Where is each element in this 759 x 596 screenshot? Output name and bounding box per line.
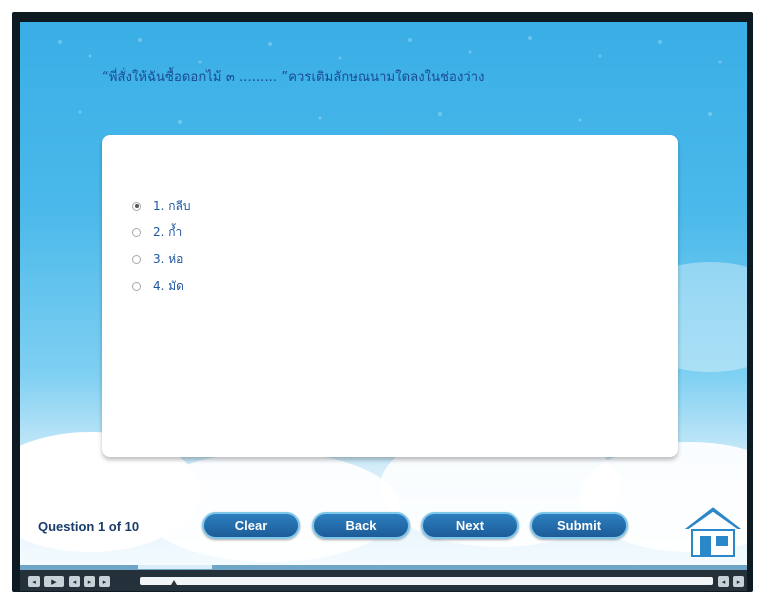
radio-button[interactable] — [132, 227, 141, 237]
radio-button[interactable] — [132, 281, 141, 291]
option-3[interactable]: 3. ห่อ — [132, 249, 183, 269]
back-button[interactable]: Back — [312, 512, 410, 539]
option-label: 4. มัด — [153, 278, 184, 293]
option-4[interactable]: 4. มัด — [132, 276, 184, 296]
radio-button[interactable] — [132, 254, 141, 264]
clear-button[interactable]: Clear — [202, 512, 300, 539]
forward-icon[interactable]: ▸ — [99, 576, 110, 587]
radio-button-selected[interactable] — [132, 201, 141, 211]
rewind-icon[interactable]: ◂ — [28, 576, 40, 587]
option-1[interactable]: 1. กลีบ — [132, 196, 191, 216]
submit-button[interactable]: Submit — [530, 512, 628, 539]
mini-progress — [138, 565, 212, 569]
player-top-strip — [20, 565, 747, 570]
progress-thumb[interactable] — [171, 580, 177, 585]
progress-track[interactable] — [140, 577, 713, 585]
prev-icon[interactable]: ◂ — [69, 576, 80, 587]
answer-card: 1. กลีบ 2. ก้ำ 3. ห่อ 4. มัด — [102, 135, 678, 457]
home-icon[interactable] — [680, 504, 746, 558]
exit-icon[interactable]: ▸ — [733, 576, 744, 587]
cloud-shape — [140, 452, 400, 562]
next-icon[interactable]: ▸ — [84, 576, 95, 587]
speaker-icon[interactable]: ◂ — [718, 576, 729, 587]
question-counter: Question 1 of 10 — [38, 519, 140, 534]
question-text: “พี่สั่งให้ฉันซื้อดอกไม้ ๓ ......... ”คว… — [102, 70, 485, 85]
next-button[interactable]: Next — [421, 512, 519, 539]
option-label: 3. ห่อ — [153, 251, 184, 266]
quiz-stage: “พี่สั่งให้ฉันซื้อดอกไม้ ๓ ......... ”คว… — [20, 22, 747, 565]
player-bar: ◂ ▶ ◂ ▸ ▸ ◂ ▸ — [20, 565, 747, 591]
option-label: 2. ก้ำ — [153, 224, 183, 239]
option-label: 1. กลีบ — [153, 198, 191, 213]
play-icon[interactable]: ▶ — [44, 576, 64, 587]
option-2[interactable]: 2. ก้ำ — [132, 222, 182, 242]
